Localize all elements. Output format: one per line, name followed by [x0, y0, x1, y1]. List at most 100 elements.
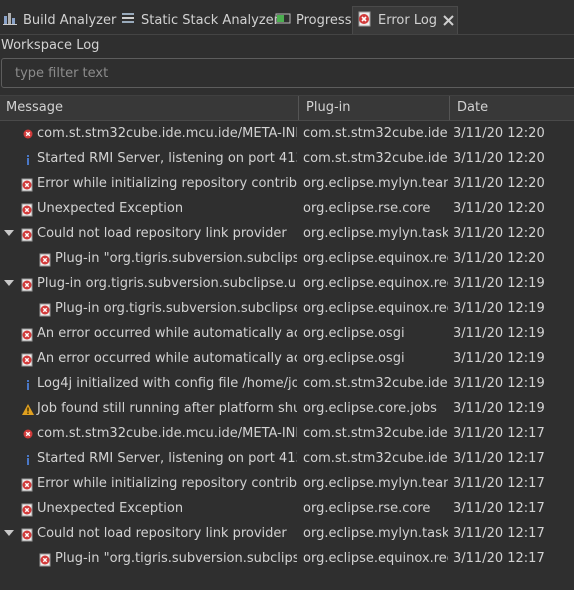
table-row[interactable]: Started RMI Server, listening on port 41… [0, 446, 574, 471]
plugin-cell: org.eclipse.equinox.registry [303, 251, 448, 266]
date-cell: 3/11/20 12:17 [453, 451, 545, 466]
table-row[interactable]: Error while initializing repository cont… [0, 471, 574, 496]
message-cell: Plug-in "org.tigris.subversion.subclipse… [0, 546, 297, 571]
date-cell: 3/11/20 12:20 [453, 176, 545, 191]
message-cell: Log4j initialized with config file /home… [0, 371, 297, 396]
message-text: Could not load repository link provider [37, 226, 287, 241]
expand-toggle-icon[interactable] [4, 230, 14, 236]
message-text: Started RMI Server, listening on port 41… [37, 151, 297, 166]
date-cell: 3/11/20 12:20 [453, 226, 545, 241]
column-header-date[interactable]: Date [457, 96, 488, 120]
message-cell: Plug-in org.tigris.subversion.subclipse.… [0, 296, 297, 321]
date-cell: 3/11/20 12:19 [453, 401, 545, 416]
close-icon[interactable] [443, 15, 454, 26]
plugin-cell: org.eclipse.mylyn.team [303, 176, 448, 191]
error-icon [21, 126, 35, 140]
message-text: Plug-in org.tigris.subversion.subclipse.… [55, 301, 297, 316]
column-divider[interactable] [449, 96, 450, 120]
message-text: Error while initializing repository cont… [37, 476, 297, 491]
error-icon [39, 551, 53, 567]
expand-toggle-icon[interactable] [4, 530, 14, 536]
info-icon [21, 451, 35, 465]
tab-label: Static Stack Analyzer [141, 12, 279, 28]
plugin-cell: org.eclipse.mylyn.tasks [303, 226, 448, 241]
plugin-cell: com.st.stm32cube.ide.mcu [303, 126, 448, 141]
message-text: Job found still running after platform s… [37, 401, 297, 416]
message-cell: Unexpected Exception [0, 196, 297, 221]
error-icon [21, 476, 35, 492]
date-cell: 3/11/20 12:17 [453, 426, 545, 441]
table-row[interactable]: Started RMI Server, listening on port 41… [0, 146, 574, 171]
message-text: Unexpected Exception [37, 501, 184, 516]
tab-label: Build Analyzer [23, 12, 117, 28]
error-icon [21, 226, 35, 242]
table-row[interactable]: Error while initializing repository cont… [0, 171, 574, 196]
table-row[interactable]: Unexpected Exception org.eclipse.rse.core… [0, 196, 574, 221]
message-cell: Job found still running after platform s… [0, 396, 297, 421]
message-text: Plug-in "org.tigris.subversion.subclipse… [55, 251, 297, 266]
info-icon [21, 151, 35, 165]
filter-input[interactable] [1, 58, 574, 88]
table-row[interactable]: Log4j initialized with config file /home… [0, 371, 574, 396]
error-icon [39, 301, 53, 317]
message-cell: Started RMI Server, listening on port 41… [0, 146, 297, 171]
tab-progress[interactable]: Progress [275, 6, 351, 34]
plugin-cell: com.st.stm32cube.ide.mcu [303, 151, 448, 166]
message-text: Plug-in org.tigris.subversion.subclipse.… [37, 276, 297, 291]
plugin-cell: org.eclipse.osgi [303, 326, 405, 341]
table-row[interactable]: com.st.stm32cube.ide.mcu.ide/META-INF/co… [0, 121, 574, 146]
column-header-plugin[interactable]: Plug-in [306, 96, 350, 120]
date-cell: 3/11/20 12:20 [453, 151, 545, 166]
table-row[interactable]: Plug-in org.tigris.subversion.subclipse.… [0, 271, 574, 296]
table-row[interactable]: Job found still running after platform s… [0, 396, 574, 421]
plugin-cell: org.eclipse.rse.core [303, 501, 431, 516]
tab-label: Error Log [378, 13, 438, 28]
error-log-icon [357, 11, 373, 31]
tab-bar-divider [0, 34, 574, 35]
table-row[interactable]: An error occurred while automatically ac… [0, 346, 574, 371]
plugin-cell: org.eclipse.equinox.registry [303, 276, 448, 291]
date-cell: 3/11/20 12:17 [453, 501, 545, 516]
plugin-cell: org.eclipse.equinox.registry [303, 301, 448, 316]
table-row[interactable]: Could not load repository link provider o… [0, 521, 574, 546]
tab-static-stack-analyzer[interactable]: Static Stack Analyzer [120, 6, 279, 34]
plugin-cell: org.eclipse.mylyn.team [303, 476, 448, 491]
message-cell: Error while initializing repository cont… [0, 471, 297, 496]
message-cell: An error occurred while automatically ac… [0, 321, 297, 346]
table-row[interactable]: Unexpected Exception org.eclipse.rse.core… [0, 496, 574, 521]
table-row[interactable]: Plug-in "org.tigris.subversion.subclipse… [0, 246, 574, 271]
column-divider[interactable] [298, 96, 299, 120]
table-row[interactable]: Plug-in org.tigris.subversion.subclipse.… [0, 296, 574, 321]
message-text: Started RMI Server, listening on port 41… [37, 451, 297, 466]
table-row[interactable]: An error occurred while automatically ac… [0, 321, 574, 346]
error-icon [21, 276, 35, 292]
plugin-cell: org.eclipse.osgi [303, 351, 405, 366]
tab-error-log[interactable]: Error Log [352, 6, 458, 34]
date-cell: 3/11/20 12:17 [453, 551, 545, 566]
message-cell: Started RMI Server, listening on port 41… [0, 446, 297, 471]
table-row[interactable]: Plug-in "org.tigris.subversion.subclipse… [0, 546, 574, 571]
plugin-cell: com.st.stm32cube.ide.mcu [303, 376, 448, 391]
tab-build-analyzer[interactable]: Build Analyzer [2, 6, 116, 34]
table-row[interactable]: com.st.stm32cube.ide.mcu.ide/META-INF/co… [0, 421, 574, 446]
expand-toggle-icon[interactable] [4, 280, 14, 286]
message-cell: Could not load repository link provider [0, 521, 297, 546]
date-cell: 3/11/20 12:19 [453, 276, 545, 291]
workspace-log-label: Workspace Log [1, 38, 100, 53]
message-text: Error while initializing repository cont… [37, 176, 297, 191]
message-cell: Error while initializing repository cont… [0, 171, 297, 196]
message-cell: An error occurred while automatically ac… [0, 346, 297, 371]
date-cell: 3/11/20 12:20 [453, 251, 545, 266]
message-cell: Unexpected Exception [0, 496, 297, 521]
table-row[interactable]: Could not load repository link provider o… [0, 221, 574, 246]
message-text: com.st.stm32cube.ide.mcu.ide/META-INF/ [37, 426, 297, 441]
stack-analyzer-icon [120, 10, 136, 30]
date-cell: 3/11/20 12:19 [453, 351, 545, 366]
date-cell: 3/11/20 12:17 [453, 526, 545, 541]
column-header-message[interactable]: Message [6, 96, 63, 120]
message-text: Could not load repository link provider [37, 526, 287, 541]
error-icon [21, 201, 35, 217]
date-cell: 3/11/20 12:20 [453, 201, 545, 216]
message-cell: Plug-in "org.tigris.subversion.subclipse… [0, 246, 297, 271]
error-icon [21, 351, 35, 367]
